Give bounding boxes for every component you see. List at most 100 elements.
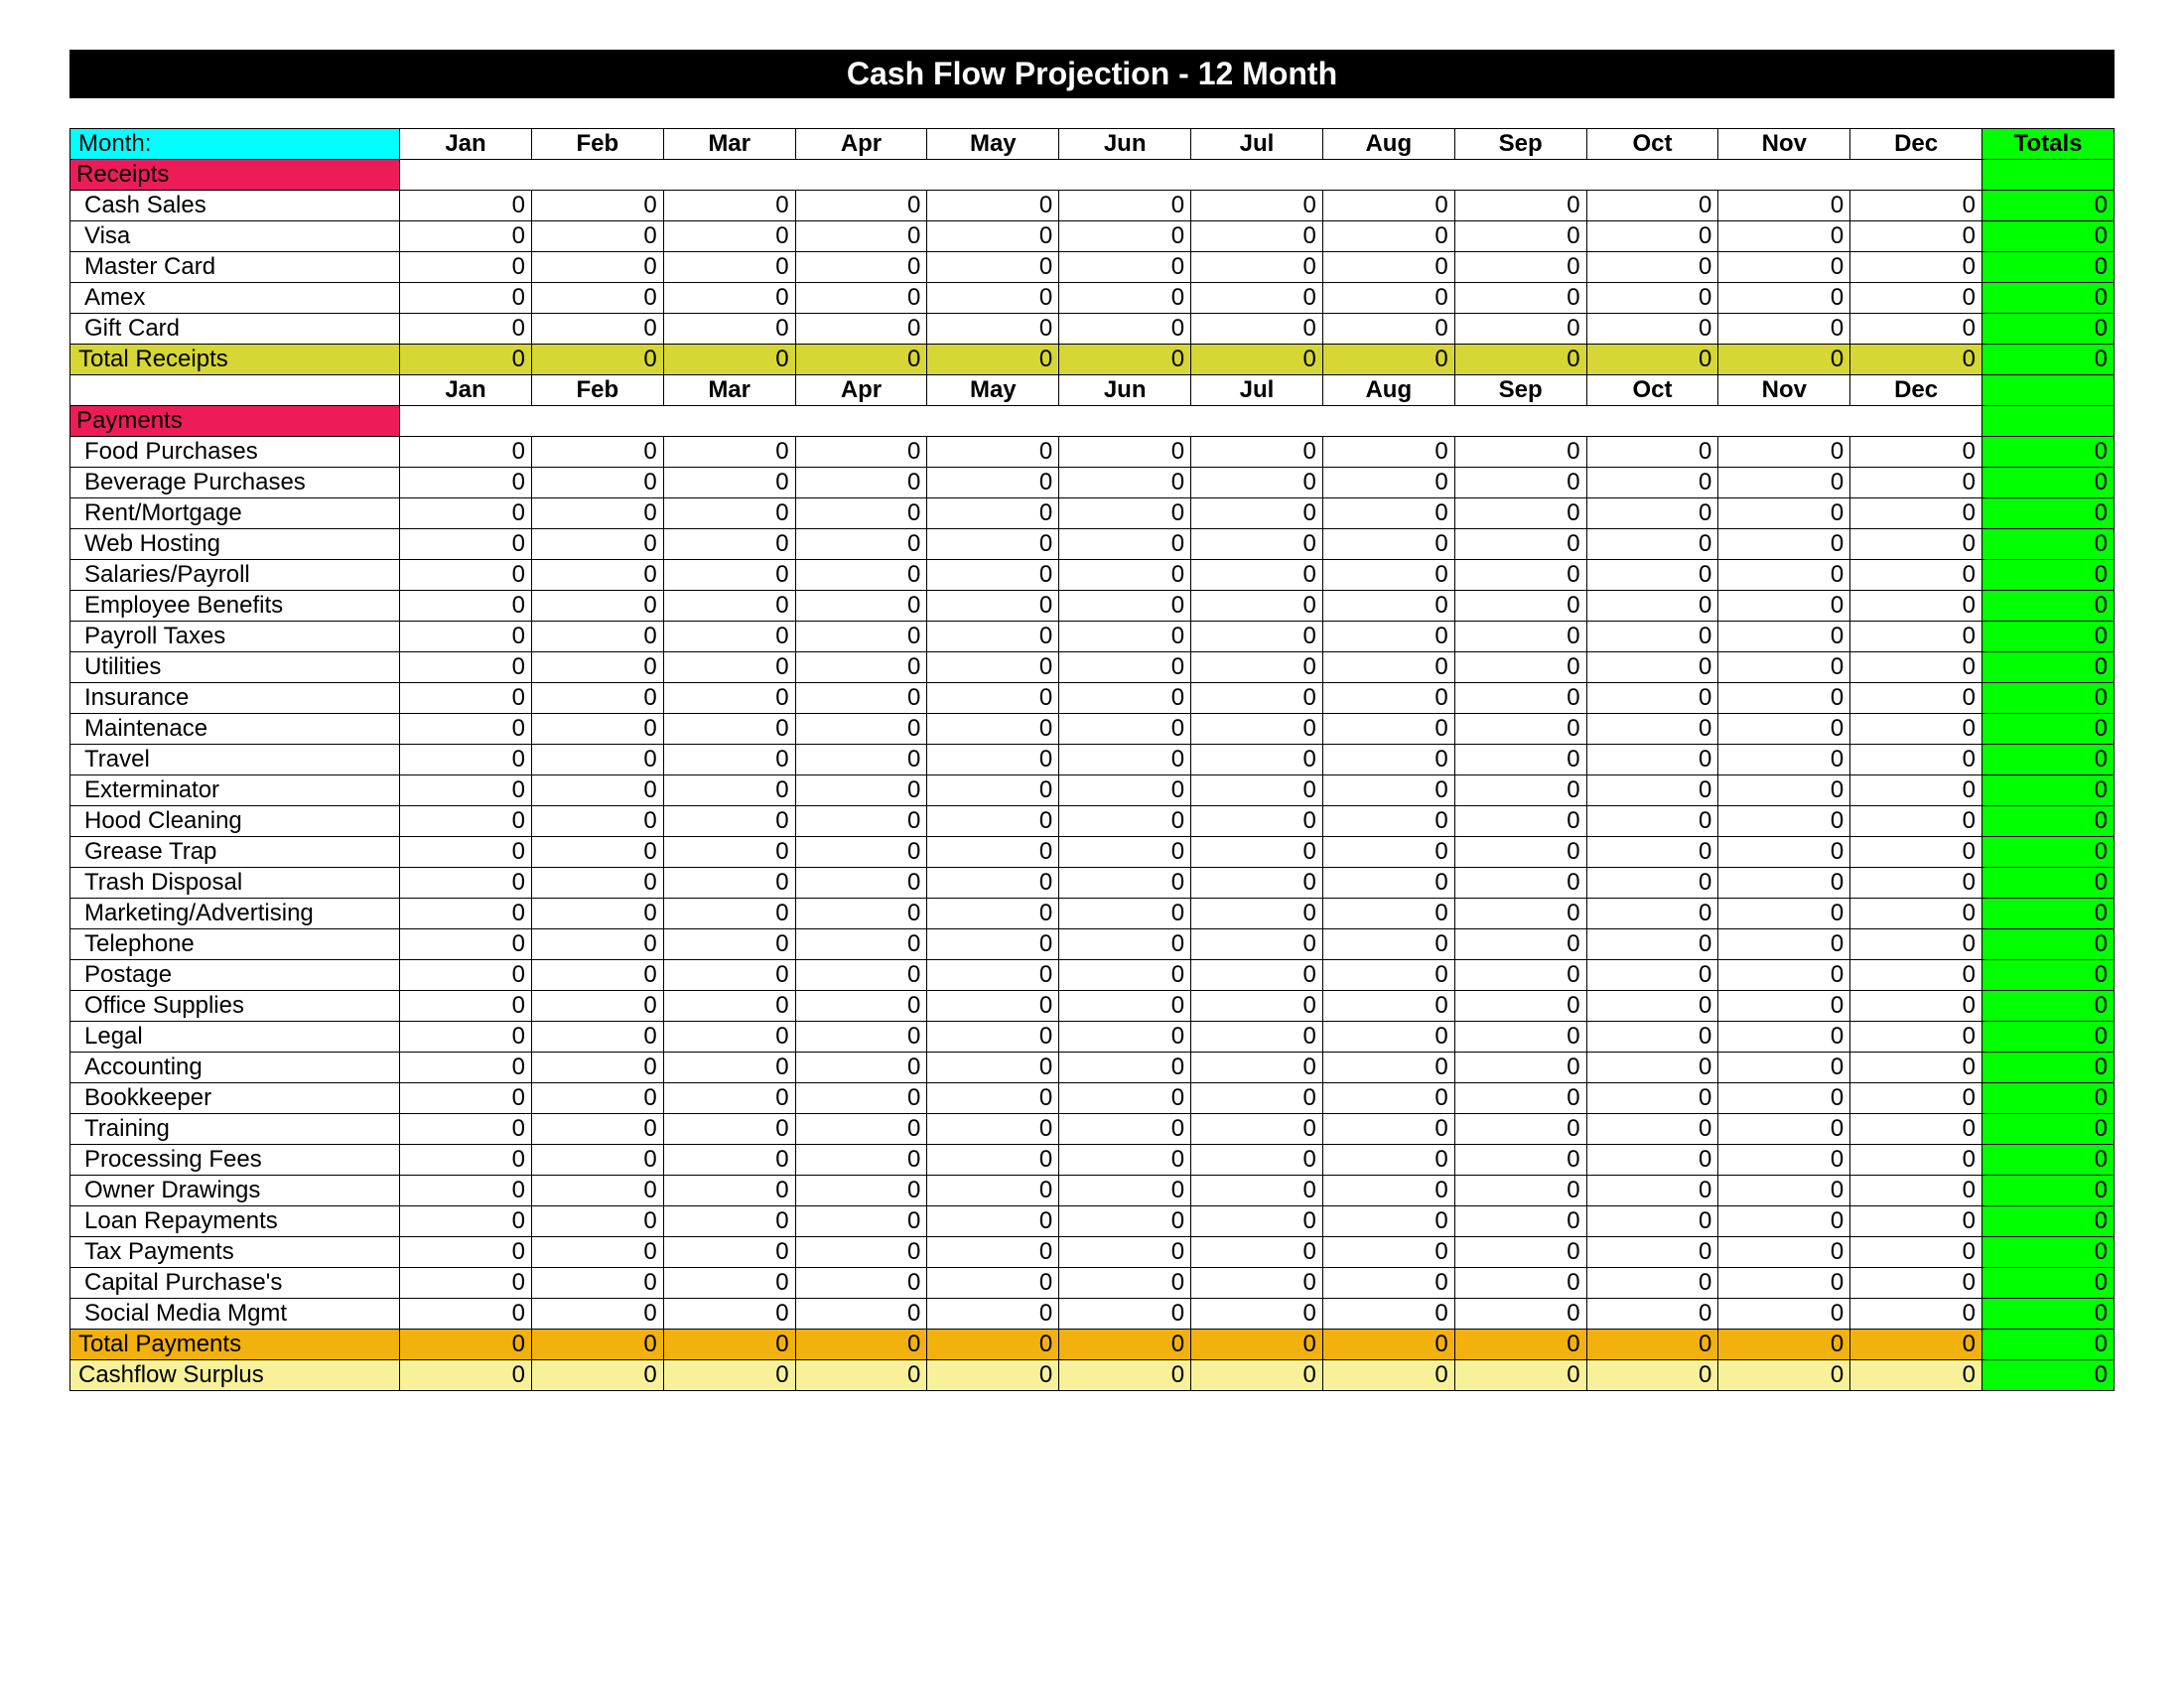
cell[interactable]: 0 — [1718, 683, 1850, 714]
cell[interactable]: 0 — [927, 622, 1059, 652]
cell[interactable]: 0 — [400, 1237, 532, 1268]
cell[interactable]: 0 — [531, 622, 663, 652]
cell[interactable]: 0 — [1191, 1114, 1323, 1145]
cell[interactable]: 0 — [531, 868, 663, 899]
cell[interactable]: 0 — [400, 683, 532, 714]
cell[interactable]: 0 — [1454, 191, 1586, 221]
cell[interactable]: 0 — [663, 1299, 795, 1330]
cell[interactable]: 0 — [400, 1299, 532, 1330]
cell[interactable]: 0 — [1454, 652, 1586, 683]
cell[interactable]: 0 — [531, 468, 663, 498]
cell[interactable]: 0 — [400, 560, 532, 591]
cell[interactable]: 0 — [663, 622, 795, 652]
cell[interactable]: 0 — [1454, 899, 1586, 929]
cell[interactable]: 0 — [400, 1114, 532, 1145]
cell[interactable]: 0 — [1850, 1206, 1982, 1237]
cell[interactable]: 0 — [927, 498, 1059, 529]
cell[interactable]: 0 — [1850, 683, 1982, 714]
cell[interactable]: 0 — [1850, 1237, 1982, 1268]
cell[interactable]: 0 — [1454, 529, 1586, 560]
cell[interactable]: 0 — [1059, 960, 1191, 991]
cell[interactable]: 0 — [927, 283, 1059, 314]
cell[interactable]: 0 — [663, 314, 795, 345]
cell[interactable]: 0 — [927, 1114, 1059, 1145]
cell[interactable]: 0 — [400, 1268, 532, 1299]
cell[interactable]: 0 — [795, 283, 927, 314]
cell[interactable]: 0 — [1322, 683, 1454, 714]
cell[interactable]: 0 — [531, 221, 663, 252]
cell[interactable]: 0 — [1586, 929, 1718, 960]
cell[interactable]: 0 — [1850, 314, 1982, 345]
cell[interactable]: 0 — [1191, 1083, 1323, 1114]
cell[interactable]: 0 — [1059, 1299, 1191, 1330]
cell[interactable]: 0 — [531, 1299, 663, 1330]
cell[interactable]: 0 — [1059, 1053, 1191, 1083]
cell[interactable]: 0 — [795, 252, 927, 283]
cell[interactable]: 0 — [400, 1083, 532, 1114]
cell[interactable]: 0 — [927, 1083, 1059, 1114]
cell[interactable]: 0 — [1059, 652, 1191, 683]
cell[interactable]: 0 — [400, 991, 532, 1022]
cell[interactable]: 0 — [1322, 591, 1454, 622]
cell[interactable]: 0 — [400, 929, 532, 960]
cell[interactable]: 0 — [795, 1299, 927, 1330]
cell[interactable]: 0 — [1850, 1053, 1982, 1083]
cell[interactable]: 0 — [927, 1237, 1059, 1268]
cell[interactable]: 0 — [927, 683, 1059, 714]
cell[interactable]: 0 — [1850, 652, 1982, 683]
cell[interactable]: 0 — [1850, 498, 1982, 529]
cell[interactable]: 0 — [1586, 806, 1718, 837]
cell[interactable]: 0 — [1454, 1268, 1586, 1299]
cell[interactable]: 0 — [1322, 1176, 1454, 1206]
cell[interactable]: 0 — [1059, 837, 1191, 868]
cell[interactable]: 0 — [1850, 991, 1982, 1022]
cell[interactable]: 0 — [927, 437, 1059, 468]
cell[interactable]: 0 — [1586, 899, 1718, 929]
cell[interactable]: 0 — [400, 1145, 532, 1176]
cell[interactable]: 0 — [1059, 252, 1191, 283]
cell[interactable]: 0 — [927, 1299, 1059, 1330]
cell[interactable]: 0 — [1718, 1299, 1850, 1330]
cell[interactable]: 0 — [1454, 252, 1586, 283]
cell[interactable]: 0 — [1191, 1206, 1323, 1237]
cell[interactable]: 0 — [1850, 622, 1982, 652]
cell[interactable]: 0 — [1191, 529, 1323, 560]
cell[interactable]: 0 — [1454, 806, 1586, 837]
cell[interactable]: 0 — [663, 1022, 795, 1053]
cell[interactable]: 0 — [400, 745, 532, 775]
cell[interactable]: 0 — [1191, 1176, 1323, 1206]
cell[interactable]: 0 — [795, 1268, 927, 1299]
cell[interactable]: 0 — [1586, 960, 1718, 991]
cell[interactable]: 0 — [400, 191, 532, 221]
cell[interactable]: 0 — [1059, 929, 1191, 960]
cell[interactable]: 0 — [795, 191, 927, 221]
cell[interactable]: 0 — [400, 437, 532, 468]
cell[interactable]: 0 — [1191, 1237, 1323, 1268]
cell[interactable]: 0 — [1718, 1022, 1850, 1053]
cell[interactable]: 0 — [795, 529, 927, 560]
cell[interactable]: 0 — [1454, 1114, 1586, 1145]
cell[interactable]: 0 — [1059, 1268, 1191, 1299]
cell[interactable]: 0 — [1850, 221, 1982, 252]
cell[interactable]: 0 — [927, 468, 1059, 498]
cell[interactable]: 0 — [1191, 899, 1323, 929]
cell[interactable]: 0 — [795, 437, 927, 468]
cell[interactable]: 0 — [1850, 437, 1982, 468]
cell[interactable]: 0 — [927, 1176, 1059, 1206]
cell[interactable]: 0 — [531, 529, 663, 560]
cell[interactable]: 0 — [1454, 283, 1586, 314]
cell[interactable]: 0 — [1322, 899, 1454, 929]
cell[interactable]: 0 — [1586, 991, 1718, 1022]
cell[interactable]: 0 — [795, 560, 927, 591]
cell[interactable]: 0 — [1586, 652, 1718, 683]
cell[interactable]: 0 — [1718, 622, 1850, 652]
cell[interactable]: 0 — [1586, 252, 1718, 283]
cell[interactable]: 0 — [400, 899, 532, 929]
cell[interactable]: 0 — [1454, 498, 1586, 529]
cell[interactable]: 0 — [1059, 1114, 1191, 1145]
cell[interactable]: 0 — [1454, 714, 1586, 745]
cell[interactable]: 0 — [927, 1022, 1059, 1053]
cell[interactable]: 0 — [1586, 714, 1718, 745]
cell[interactable]: 0 — [1191, 468, 1323, 498]
cell[interactable]: 0 — [1322, 1237, 1454, 1268]
